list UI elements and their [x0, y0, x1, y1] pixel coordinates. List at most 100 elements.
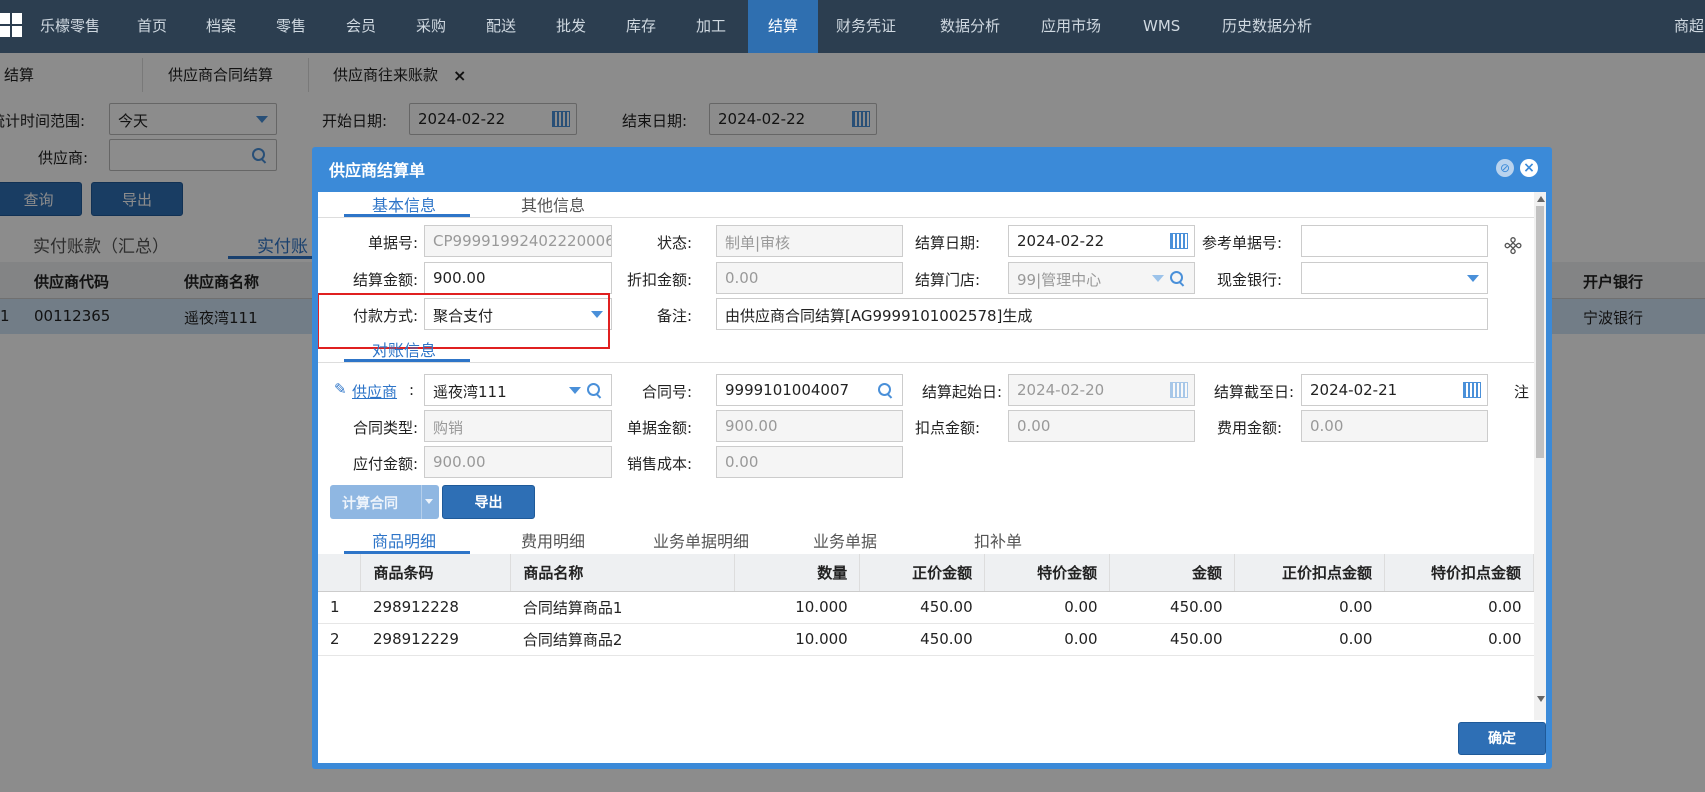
payable-label: 应付金额:	[352, 455, 418, 473]
search-icon[interactable]	[878, 383, 892, 397]
scrollbar[interactable]	[1534, 192, 1546, 720]
close-icon[interactable]: ×	[1520, 159, 1538, 177]
product-grid: 商品条码 商品名称 数量 正价金额 特价金额 金额 正价扣点金额 特价扣点金额 …	[318, 554, 1535, 656]
confirm-button[interactable]: 确定	[1458, 722, 1546, 755]
col-amount[interactable]: 金额	[1109, 554, 1236, 592]
note-label: 注	[1514, 383, 1530, 401]
nav-analytics[interactable]: 数据分析	[940, 0, 1000, 53]
edit-icon[interactable]: ✎	[334, 380, 347, 398]
chevron-down-icon[interactable]	[425, 499, 433, 504]
chevron-down-icon	[569, 387, 581, 394]
nav-history-analytics[interactable]: 历史数据分析	[1222, 0, 1312, 53]
doc-amount-label: 单据金额:	[626, 419, 692, 437]
nav-retail[interactable]: 零售	[276, 0, 306, 53]
calendar-icon	[1170, 382, 1188, 398]
nav-archive[interactable]: 档案	[206, 0, 236, 53]
nav-settlement[interactable]: 结算	[748, 0, 818, 53]
col-product-name[interactable]: 商品名称	[510, 554, 736, 592]
bank-select[interactable]	[1301, 262, 1488, 294]
supplier-settlement-dialog: 供应商结算单 ⊘ × 基本信息 其他信息 单据号: CP999919924022…	[312, 147, 1552, 769]
fee-label: 费用金额:	[1216, 419, 1282, 437]
recon-start-label: 结算起始日:	[921, 383, 1002, 401]
tab-business-doc-detail[interactable]: 业务单据明细	[653, 528, 749, 552]
calc-contract-button[interactable]: 计算合同	[330, 485, 439, 519]
bank-label: 现金银行:	[1216, 271, 1282, 289]
chevron-down-icon	[1152, 275, 1164, 282]
divider	[318, 362, 1534, 363]
col-barcode[interactable]: 商品条码	[360, 554, 512, 592]
nav-right-text[interactable]: 商超	[1674, 0, 1704, 53]
doc-no-label: 单据号:	[367, 234, 418, 252]
discount-field: 0.00	[716, 262, 903, 294]
nav-home[interactable]: 首页	[137, 0, 167, 53]
nav-app-market[interactable]: 应用市场	[1041, 0, 1101, 53]
settle-date-input[interactable]: 2024-02-22	[1008, 225, 1195, 257]
scroll-down-icon[interactable]	[1537, 696, 1545, 702]
recon-end-label: 结算截至日:	[1213, 383, 1294, 401]
payable-field: 900.00	[424, 446, 612, 478]
dialog-title: 供应商结算单	[329, 161, 426, 180]
settle-date-label: 结算日期:	[914, 234, 980, 252]
amount-input[interactable]: 900.00	[424, 262, 612, 294]
store-label: 结算门店:	[914, 271, 980, 289]
discount-label: 折扣金额:	[626, 271, 692, 289]
tab-reconciliation[interactable]: 对账信息	[372, 337, 436, 361]
dialog-export-button[interactable]: 导出	[442, 485, 535, 519]
calendar-icon[interactable]	[1463, 382, 1481, 398]
table-row[interactable]: 1 298912228 合同结算商品1 10.000 450.00 0.00 4…	[318, 591, 1534, 624]
col-special-deduct[interactable]: 特价扣点金额	[1384, 554, 1535, 592]
paperclip-icon[interactable]: ⌘	[1500, 233, 1528, 261]
doc-amount-field: 900.00	[716, 410, 903, 442]
cost-field: 0.00	[716, 446, 903, 478]
chevron-down-icon	[1467, 275, 1479, 282]
nav-wholesale[interactable]: 批发	[556, 0, 586, 53]
app-grid-icon[interactable]	[0, 13, 22, 37]
nav-member[interactable]: 会员	[346, 0, 376, 53]
tab-product-detail[interactable]: 商品明细	[372, 528, 436, 552]
memo-input[interactable]: 由供应商合同结算[AG9999101002578]生成	[716, 298, 1488, 330]
top-nav: 乐檬零售 首页 档案 零售 会员 采购 配送 批发 库存 加工 结算 财务凭证 …	[0, 0, 1705, 53]
tab-business-doc[interactable]: 业务单据	[813, 528, 877, 552]
nav-wms[interactable]: WMS	[1143, 0, 1180, 53]
col-quantity[interactable]: 数量	[734, 554, 861, 592]
col-regular-deduct[interactable]: 正价扣点金额	[1234, 554, 1385, 592]
colon: :	[409, 381, 415, 399]
search-icon	[1170, 271, 1184, 285]
tab-fee-detail[interactable]: 费用明细	[521, 528, 585, 552]
nav-brand[interactable]: 乐檬零售	[40, 0, 100, 53]
contract-label: 合同号:	[641, 383, 692, 401]
nav-processing[interactable]: 加工	[696, 0, 726, 53]
recon-start-field: 2024-02-20	[1008, 374, 1195, 406]
tab-other-info[interactable]: 其他信息	[521, 192, 585, 216]
cost-label: 销售成本:	[626, 455, 692, 473]
contract-type-label: 合同类型:	[352, 419, 418, 437]
nav-vouchers[interactable]: 财务凭证	[836, 0, 896, 53]
nav-inventory[interactable]: 库存	[626, 0, 656, 53]
contract-input[interactable]: 9999101004007	[716, 374, 903, 406]
doc-no-field: CP99991992402220006	[424, 225, 612, 257]
tab-basic-info[interactable]: 基本信息	[372, 192, 436, 216]
col-special-amount[interactable]: 特价金额	[984, 554, 1111, 592]
col-regular-amount[interactable]: 正价金额	[859, 554, 986, 592]
table-row[interactable]: 2 298912229 合同结算商品2 10.000 450.00 0.00 4…	[318, 623, 1534, 656]
scroll-up-icon[interactable]	[1537, 196, 1545, 202]
scrollbar-thumb[interactable]	[1536, 206, 1544, 458]
amount-label: 结算金额:	[352, 271, 418, 289]
restore-icon[interactable]: ⊘	[1496, 159, 1514, 177]
ref-no-input[interactable]	[1301, 225, 1488, 257]
nav-purchase[interactable]: 采购	[416, 0, 446, 53]
supplier-link[interactable]: 供应商	[352, 381, 397, 402]
tab-deduction-slip[interactable]: 扣补单	[974, 528, 1022, 552]
deduct-label: 扣点金额:	[914, 419, 980, 437]
contract-type-field: 购销	[424, 410, 612, 442]
search-icon[interactable]	[587, 383, 601, 397]
recon-end-input[interactable]: 2024-02-21	[1301, 374, 1488, 406]
recon-supplier-select[interactable]: 遥夜湾111	[424, 374, 612, 406]
deduct-field: 0.00	[1008, 410, 1195, 442]
memo-label: 备注:	[656, 307, 692, 325]
calendar-icon[interactable]	[1170, 233, 1188, 249]
fee-field: 0.00	[1301, 410, 1488, 442]
store-field: 99|管理中心	[1008, 262, 1195, 294]
nav-distribution[interactable]: 配送	[486, 0, 516, 53]
status-field: 制单|审核	[716, 225, 903, 257]
